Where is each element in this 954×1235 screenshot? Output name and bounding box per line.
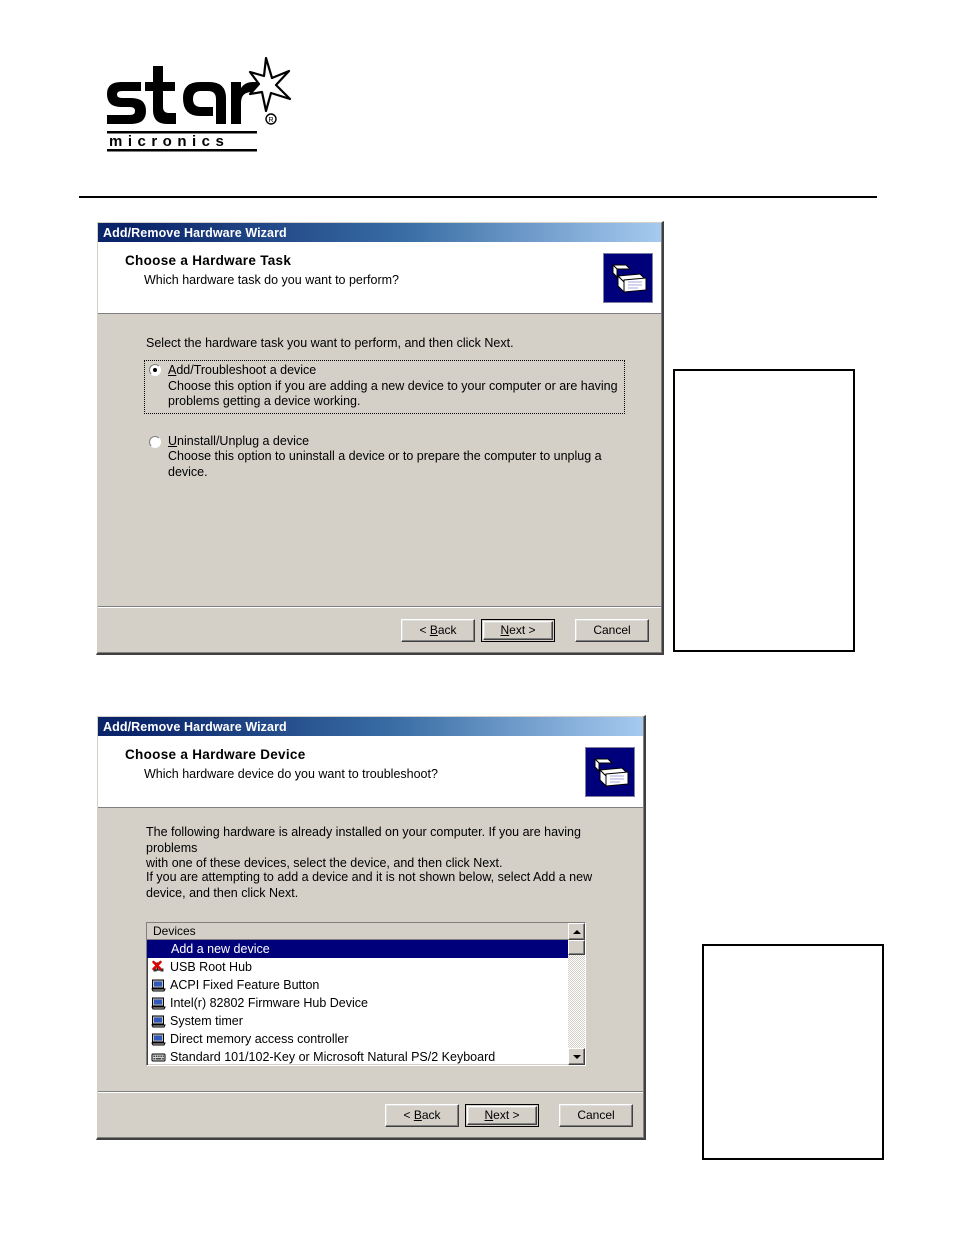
hardware-wizard-icon — [603, 253, 653, 303]
hardware-wizard-icon — [585, 747, 635, 797]
svg-text:R: R — [268, 117, 273, 124]
hardware-task-radio-group: Add/Troubleshoot a device Choose this op… — [144, 360, 625, 494]
radio-label-rest: ninstall/Unplug a device — [177, 433, 310, 448]
add-remove-hardware-wizard-dialog-task: Add/Remove Hardware Wizard Choose a Hard… — [96, 221, 664, 655]
list-item-label: Standard 101/102-Key or Microsoft Natura… — [170, 1050, 496, 1064]
devices-listbox[interactable]: Devices Add a new device USB Root Hub AC… — [146, 922, 586, 1066]
svg-text:micronics: micronics — [109, 133, 229, 150]
dialog-header-band: Choose a Hardware Device Which hardware … — [98, 736, 643, 808]
list-item[interactable]: Intel(r) 82802 Firmware Hub Device — [147, 994, 585, 1012]
list-item-label: Direct memory access controller — [170, 1032, 349, 1046]
dialog-button-bar: < Back Next > Cancel — [98, 608, 661, 652]
chevron-down-icon — [572, 1054, 581, 1059]
computer-icon — [150, 1031, 167, 1047]
cancel-button-label: Cancel — [577, 1108, 615, 1122]
computer-icon — [150, 977, 167, 993]
dialog-header-band: Choose a Hardware Task Which hardware ta… — [98, 242, 661, 314]
back-button-label: < Back — [403, 1108, 441, 1122]
dialog-title-text: Add/Remove Hardware Wizard — [103, 719, 287, 734]
dialog-title-text: Add/Remove Hardware Wizard — [103, 225, 287, 240]
cancel-button[interactable]: Cancel — [559, 1103, 633, 1127]
devices-list-scrollbar[interactable] — [568, 923, 585, 1065]
page-title: Choose a Hardware Device — [125, 747, 306, 762]
page-subtitle: Which hardware device do you want to tro… — [144, 767, 438, 781]
dialog-titlebar: Add/Remove Hardware Wizard — [98, 717, 643, 736]
list-item[interactable]: Add a new device — [147, 940, 585, 958]
radio-label: Uninstall/Unplug a device — [168, 433, 310, 448]
radio-option-uninstall-unplug[interactable]: Uninstall/Unplug a device Choose this op… — [146, 434, 623, 481]
scroll-down-button[interactable] — [568, 1048, 585, 1065]
radio-description-line2: device. — [168, 464, 208, 479]
paragraph-1-line-1: The following hardware is already instal… — [146, 825, 581, 855]
dialog-body: The following hardware is already instal… — [98, 808, 643, 1091]
page-subtitle: Which hardware task do you want to perfo… — [144, 273, 399, 287]
next-button-label: Next > — [484, 1108, 520, 1122]
list-item[interactable]: USB Root Hub — [147, 958, 585, 976]
list-item-label: USB Root Hub — [170, 960, 252, 974]
cancel-button[interactable]: Cancel — [575, 618, 649, 642]
blank-icon — [150, 941, 167, 957]
star-micronics-logo: R micronics — [103, 50, 298, 155]
list-item[interactable]: System timer — [147, 1012, 585, 1030]
radio-label-rest: dd/Troubleshoot a device — [176, 363, 317, 377]
header-divider-rule — [79, 196, 877, 198]
radio-description-line1: Choose this option if you are adding a n… — [168, 378, 618, 393]
instruction-paragraph-2: If you are attempting to add a device an… — [146, 870, 607, 901]
usb-disabled-icon — [150, 959, 167, 975]
devices-column-header-label: Devices — [153, 924, 196, 938]
devices-column-header[interactable]: Devices — [147, 923, 585, 940]
instruction-paragraph-1: The following hardware is already instal… — [146, 825, 607, 872]
back-button[interactable]: < Back — [401, 618, 475, 642]
paragraph-2-line-2: device, and then click Next. — [146, 885, 299, 900]
scrollbar-thumb[interactable] — [568, 940, 585, 955]
radio-description-line1: Choose this option to uninstall a device… — [168, 449, 602, 463]
list-item-label: System timer — [170, 1014, 243, 1028]
add-remove-hardware-wizard-dialog-device: Add/Remove Hardware Wizard Choose a Hard… — [96, 715, 646, 1140]
scrollbar-track[interactable] — [568, 940, 585, 1048]
instruction-text: Select the hardware task you want to per… — [146, 336, 514, 350]
computer-icon — [150, 1013, 167, 1029]
back-button[interactable]: < Back — [385, 1103, 459, 1127]
dialog-body: Select the hardware task you want to per… — [98, 314, 661, 606]
callout-box-bottom — [702, 944, 884, 1160]
next-button-label: Next > — [500, 623, 536, 637]
callout-box-top — [673, 369, 855, 652]
radio-indicator[interactable] — [149, 364, 161, 376]
keyboard-icon — [150, 1049, 167, 1065]
list-item[interactable]: Standard 101/102-Key or Microsoft Natura… — [147, 1048, 585, 1065]
radio-description-line2: problems getting a device working. — [168, 394, 361, 408]
computer-icon — [150, 995, 167, 1011]
next-button[interactable]: Next > — [481, 618, 555, 642]
dialog-button-bar: < Back Next > Cancel — [98, 1093, 643, 1137]
back-button-label: < Back — [419, 623, 457, 637]
radio-label: Add/Troubleshoot a device — [168, 363, 317, 377]
list-item[interactable]: Direct memory access controller — [147, 1030, 585, 1048]
list-item-label: Intel(r) 82802 Firmware Hub Device — [170, 996, 368, 1010]
radio-option-add-troubleshoot[interactable]: Add/Troubleshoot a device Choose this op… — [144, 360, 625, 414]
list-item[interactable]: ACPI Fixed Feature Button — [147, 976, 585, 994]
list-item-label: Add a new device — [171, 942, 270, 956]
paragraph-2-line-1: If you are attempting to add a device an… — [146, 870, 593, 884]
scroll-up-button[interactable] — [568, 923, 585, 940]
list-item-label: ACPI Fixed Feature Button — [170, 978, 320, 992]
devices-list-rows: Add a new device USB Root Hub ACPI Fixed… — [147, 940, 585, 1065]
next-button[interactable]: Next > — [465, 1103, 539, 1127]
cancel-button-label: Cancel — [593, 623, 631, 637]
radio-indicator[interactable] — [149, 435, 161, 448]
page-title: Choose a Hardware Task — [125, 253, 292, 268]
chevron-up-icon — [572, 929, 581, 934]
dialog-titlebar: Add/Remove Hardware Wizard — [98, 223, 661, 242]
